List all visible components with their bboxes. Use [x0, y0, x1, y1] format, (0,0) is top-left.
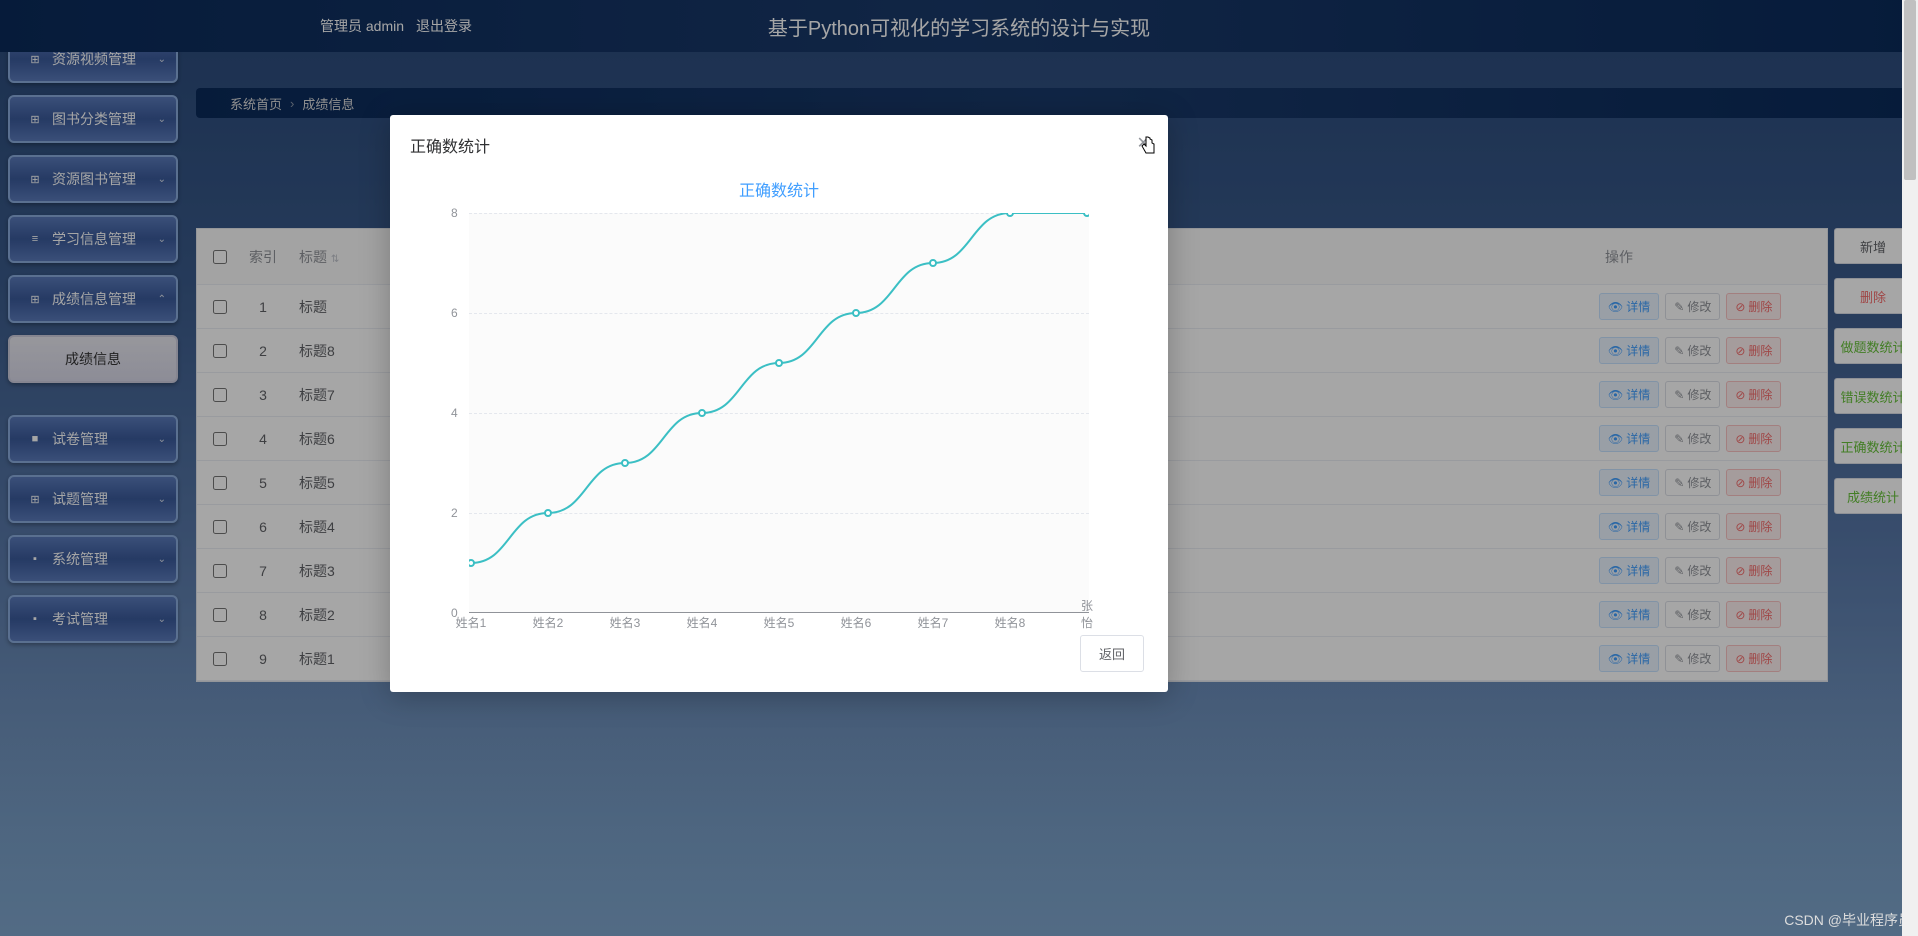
stats-modal: 正确数统计 ✕ 正确数统计 02468姓名1姓名2姓名3姓名4姓名5姓名6姓名7…	[390, 115, 1168, 692]
y-tick-label: 8	[451, 206, 458, 220]
y-tick-label: 6	[451, 306, 458, 320]
x-tick-label: 姓名5	[764, 614, 795, 631]
scrollbar-thumb[interactable]	[1904, 0, 1916, 180]
y-tick-label: 4	[451, 406, 458, 420]
x-tick-label: 姓名1	[456, 614, 487, 631]
close-icon[interactable]: ✕	[1137, 133, 1150, 153]
vertical-scrollbar[interactable]	[1902, 0, 1918, 936]
return-button[interactable]: 返回	[1080, 635, 1144, 672]
line-chart: 02468姓名1姓名2姓名3姓名4姓名5姓名6姓名7姓名8张怡	[469, 213, 1089, 613]
x-tick-label: 姓名4	[687, 614, 718, 631]
x-tick-label: 姓名8	[995, 614, 1026, 631]
x-tick-label: 姓名2	[533, 614, 564, 631]
chart-line-svg	[469, 213, 1089, 613]
chart-title: 正确数统计	[450, 177, 1108, 201]
x-tick-label: 姓名3	[610, 614, 641, 631]
y-tick-label: 2	[451, 506, 458, 520]
watermark: CSDN @毕业程序员	[1784, 910, 1912, 930]
x-tick-label: 姓名7	[918, 614, 949, 631]
x-tick-label: 姓名6	[841, 614, 872, 631]
modal-title: 正确数统计	[410, 139, 490, 156]
modal-header: 正确数统计 ✕	[390, 115, 1168, 167]
